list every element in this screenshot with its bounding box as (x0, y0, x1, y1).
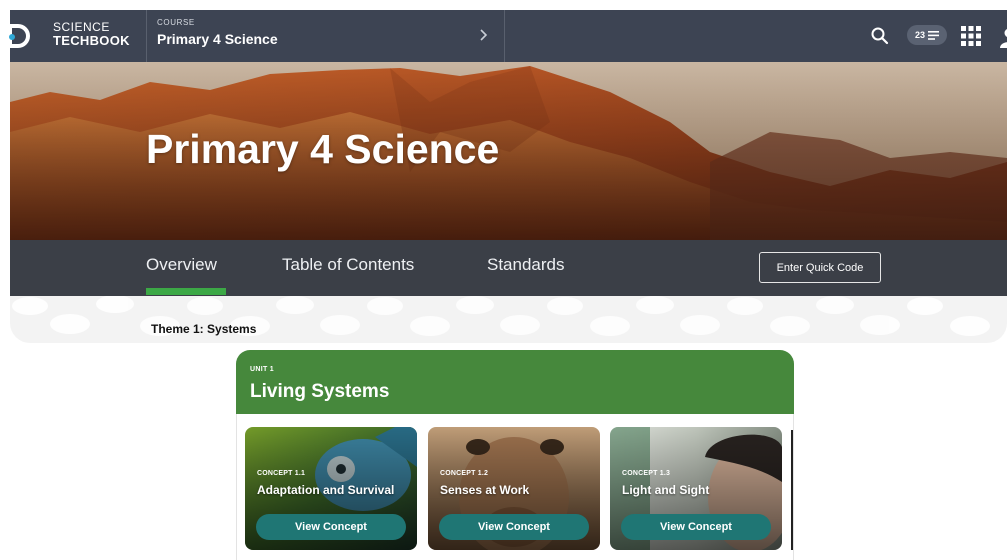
concept-card[interactable]: CONCEPT 1.2 Senses at Work View Concept (428, 427, 600, 550)
unit-label: UNIT 1 (250, 366, 274, 373)
tab-table-of-contents[interactable]: Table of Contents (282, 255, 414, 275)
carousel-edge-divider (791, 430, 793, 550)
chevron-right-icon[interactable] (474, 26, 492, 44)
concept-title: Senses at Work (440, 483, 530, 497)
notification-count: 23 (914, 30, 925, 40)
active-tab-indicator (146, 288, 226, 295)
concept-title: Light and Sight (622, 483, 710, 497)
tab-standards[interactable]: Standards (487, 255, 565, 275)
user-icon[interactable] (997, 24, 1007, 48)
apps-grid-icon[interactable] (960, 25, 982, 47)
concept-label: CONCEPT 1.3 (622, 470, 671, 477)
notification-badge[interactable]: 23 (907, 25, 947, 45)
brand-line-2: TECHBOOK (53, 33, 130, 48)
course-label: COURSE (157, 18, 195, 27)
view-concept-button[interactable]: View Concept (256, 514, 406, 540)
concept-card[interactable]: CONCEPT 1.1 Adaptation and Survival View… (245, 427, 417, 550)
view-concept-button[interactable]: View Concept (439, 514, 589, 540)
course-selector[interactable]: COURSE Primary 4 Science (157, 18, 278, 47)
logo-icon[interactable] (6, 23, 32, 49)
concept-card[interactable]: CONCEPT 1.3 Light and Sight View Concept (610, 427, 782, 550)
top-navigation-bar: SCIENCE TECHBOOK COURSE Primary 4 Scienc… (8, 10, 1007, 62)
unit-header[interactable]: UNIT 1 Living Systems (236, 350, 794, 414)
concept-label: CONCEPT 1.1 (257, 470, 306, 477)
section-tabs: Overview Table of Contents Standards Ent… (10, 240, 1007, 296)
enter-quick-code-button[interactable]: Enter Quick Code (759, 252, 881, 283)
concept-label: CONCEPT 1.2 (440, 470, 489, 477)
hero-banner: Primary 4 Science (10, 62, 1007, 240)
divider (504, 10, 505, 62)
view-concept-button[interactable]: View Concept (621, 514, 771, 540)
search-icon[interactable] (870, 26, 890, 46)
divider (146, 10, 147, 62)
tab-overview[interactable]: Overview (146, 255, 217, 275)
notification-icon (928, 30, 939, 40)
brand-name[interactable]: SCIENCE TECHBOOK (53, 21, 130, 48)
theme-heading: Theme 1: Systems (151, 322, 257, 336)
course-name: Primary 4 Science (157, 31, 278, 47)
page-title: Primary 4 Science (146, 126, 500, 172)
unit-title: Living Systems (250, 381, 390, 402)
concept-title: Adaptation and Survival (257, 483, 395, 497)
